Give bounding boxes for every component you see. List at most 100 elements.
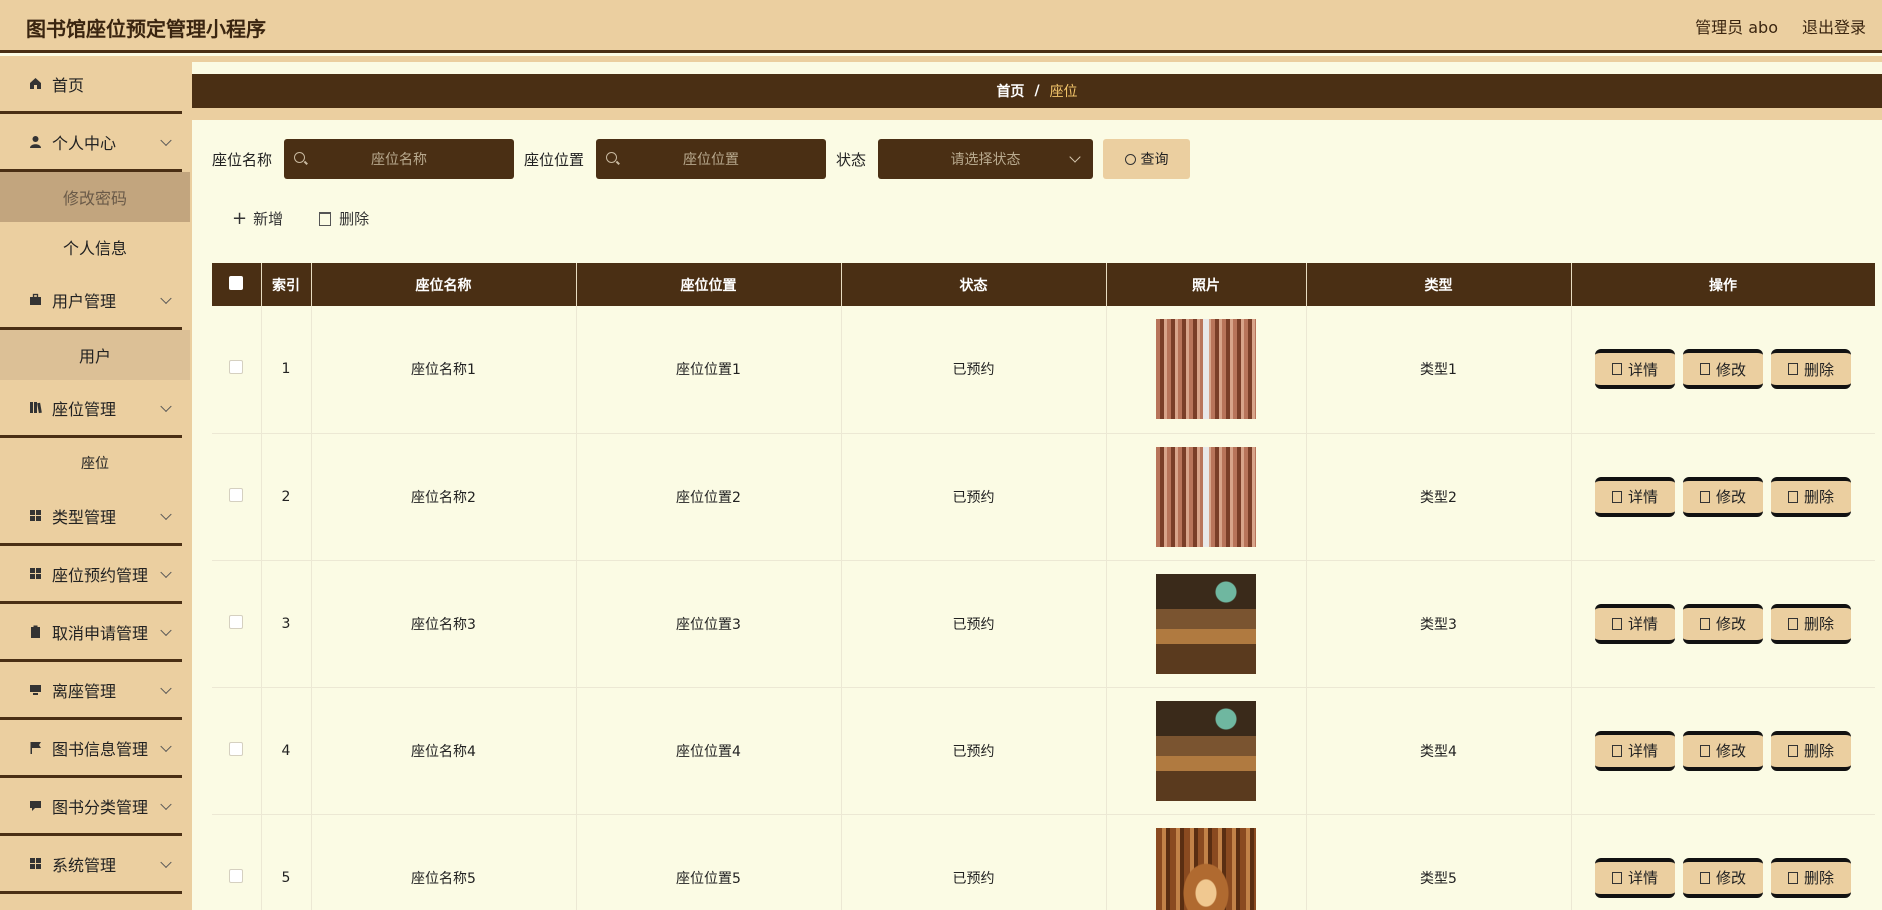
cell-actions: 详情 修改 删除	[1571, 687, 1875, 815]
row-delete-button[interactable]: 删除	[1771, 730, 1851, 771]
sidebar-subitem-personal-info[interactable]: 个人信息	[0, 222, 190, 272]
seat-photo	[1156, 319, 1256, 420]
row-checkbox[interactable]	[229, 614, 244, 629]
cell-seat-name: 座位名称1	[311, 306, 577, 434]
chevron-down-icon	[160, 624, 172, 636]
seat-position-input[interactable]: 座位位置	[596, 139, 827, 179]
chevron-down-icon	[160, 856, 172, 868]
sidebar-item-personal-center[interactable]: 个人中心	[0, 114, 182, 172]
edit-button[interactable]: 修改	[1683, 349, 1763, 390]
chevron-down-icon	[160, 134, 172, 146]
cell-seat-position: 座位位置2	[576, 433, 842, 561]
sidebar-item-label: 首页	[52, 75, 85, 95]
breadcrumb-home[interactable]: 首页	[996, 81, 1024, 101]
search-icon	[606, 152, 618, 163]
select-all-cell	[212, 263, 262, 306]
cell-type: 类型1	[1306, 306, 1572, 434]
add-button[interactable]: + 新增	[232, 208, 283, 229]
cell-actions: 详情 修改 删除	[1571, 560, 1875, 688]
chevron-down-icon	[1069, 151, 1081, 163]
chevron-down-icon	[160, 292, 172, 304]
sidebar-item-leave-seat-management[interactable]: 离座管理	[0, 662, 182, 720]
trash-icon	[1787, 744, 1798, 757]
cell-type: 类型5	[1306, 814, 1572, 910]
row-select-cell	[212, 560, 262, 688]
user-icon	[28, 135, 42, 149]
add-button-label: 新增	[253, 210, 284, 228]
row-checkbox[interactable]	[229, 360, 244, 375]
row-checkbox[interactable]	[229, 741, 244, 756]
admin-label[interactable]: 管理员 abo	[1695, 14, 1778, 38]
cell-index: 2	[261, 433, 312, 561]
sidebar-item-system-management[interactable]: 系统管理	[0, 836, 182, 894]
flag-icon	[28, 741, 42, 755]
sidebar-subitem-change-password[interactable]: 修改密码	[0, 172, 190, 222]
cell-status: 已预约	[841, 560, 1107, 688]
seat-table: 索引 座位名称 座位位置 状态 照片 类型 操作 1 座位名称1 座位位置1 已…	[212, 263, 1875, 910]
row-delete-button[interactable]: 删除	[1771, 857, 1851, 898]
sidebar-item-seat-management[interactable]: 座位管理	[0, 380, 182, 438]
query-button[interactable]: 查询	[1103, 139, 1191, 179]
row-checkbox[interactable]	[229, 487, 244, 502]
cell-index: 1	[261, 306, 312, 434]
chevron-down-icon	[160, 740, 172, 752]
row-select-cell	[212, 687, 262, 815]
edit-button-label: 修改	[1715, 742, 1746, 760]
detail-button[interactable]: 详情	[1595, 476, 1675, 517]
grid-icon	[28, 509, 42, 523]
cell-photo	[1106, 306, 1307, 434]
cell-photo	[1106, 814, 1307, 910]
cell-seat-name: 座位名称4	[311, 687, 577, 815]
sidebar-item-cancel-request-management[interactable]: 取消申请管理	[0, 604, 182, 662]
status-select[interactable]: 请选择状态	[878, 139, 1094, 179]
plus-icon: +	[232, 207, 248, 229]
edit-button[interactable]: 修改	[1683, 730, 1763, 771]
detail-button[interactable]: 详情	[1595, 857, 1675, 898]
select-all-checkbox[interactable]	[229, 275, 244, 290]
chevron-down-icon	[160, 682, 172, 694]
column-header-actions: 操作	[1571, 263, 1875, 306]
row-checkbox[interactable]	[229, 868, 244, 883]
detail-button[interactable]: 详情	[1595, 349, 1675, 390]
chevron-down-icon	[160, 566, 172, 578]
detail-button[interactable]: 详情	[1595, 730, 1675, 771]
cell-seat-name: 座位名称3	[311, 560, 577, 688]
sidebar-subitem-seat[interactable]: 座位	[0, 438, 190, 488]
sidebar-subitem-user[interactable]: 用户	[0, 330, 190, 380]
row-select-cell	[212, 433, 262, 561]
document-icon	[1611, 363, 1622, 376]
sidebar-item-book-category-management[interactable]: 图书分类管理	[0, 778, 182, 836]
column-header-status: 状态	[841, 263, 1107, 306]
cell-seat-name: 座位名称5	[311, 814, 577, 910]
cell-status: 已预约	[841, 306, 1107, 434]
sidebar-item-user-management[interactable]: 用户管理	[0, 272, 182, 330]
sidebar-item-type-management[interactable]: 类型管理	[0, 488, 182, 546]
cell-index: 3	[261, 560, 312, 688]
table-header-row: 索引 座位名称 座位位置 状态 照片 类型 操作	[212, 263, 1875, 306]
delete-button[interactable]: 删除	[319, 208, 369, 229]
edit-button[interactable]: 修改	[1683, 476, 1763, 517]
row-select-cell	[212, 814, 262, 910]
books-icon	[28, 401, 42, 415]
sidebar-item-seat-booking-management[interactable]: 座位预约管理	[0, 546, 182, 604]
sidebar-item-label: 系统管理	[52, 855, 117, 875]
logout-link[interactable]: 退出登录	[1802, 14, 1866, 38]
sidebar-item-label: 座位预约管理	[52, 565, 149, 585]
seat-position-label: 座位位置	[524, 150, 585, 169]
edit-button[interactable]: 修改	[1683, 857, 1763, 898]
detail-button-label: 详情	[1627, 360, 1658, 379]
row-delete-button[interactable]: 删除	[1771, 603, 1851, 644]
row-delete-button[interactable]: 删除	[1771, 476, 1851, 517]
cell-photo	[1106, 560, 1307, 688]
seat-name-input[interactable]: 座位名称	[284, 139, 515, 179]
table-row: 2 座位名称2 座位位置2 已预约 类型2 详情 修改 删除	[212, 433, 1875, 561]
sidebar-item-book-info-management[interactable]: 图书信息管理	[0, 720, 182, 778]
pencil-icon	[1699, 744, 1710, 757]
breadcrumb-separator: /	[1034, 83, 1040, 99]
sidebar-item-home[interactable]: 首页	[0, 56, 182, 114]
sidebar-item-label: 用户管理	[52, 291, 117, 311]
edit-button[interactable]: 修改	[1683, 603, 1763, 644]
detail-button[interactable]: 详情	[1595, 603, 1675, 644]
cell-type: 类型3	[1306, 560, 1572, 688]
row-delete-button[interactable]: 删除	[1771, 349, 1851, 390]
